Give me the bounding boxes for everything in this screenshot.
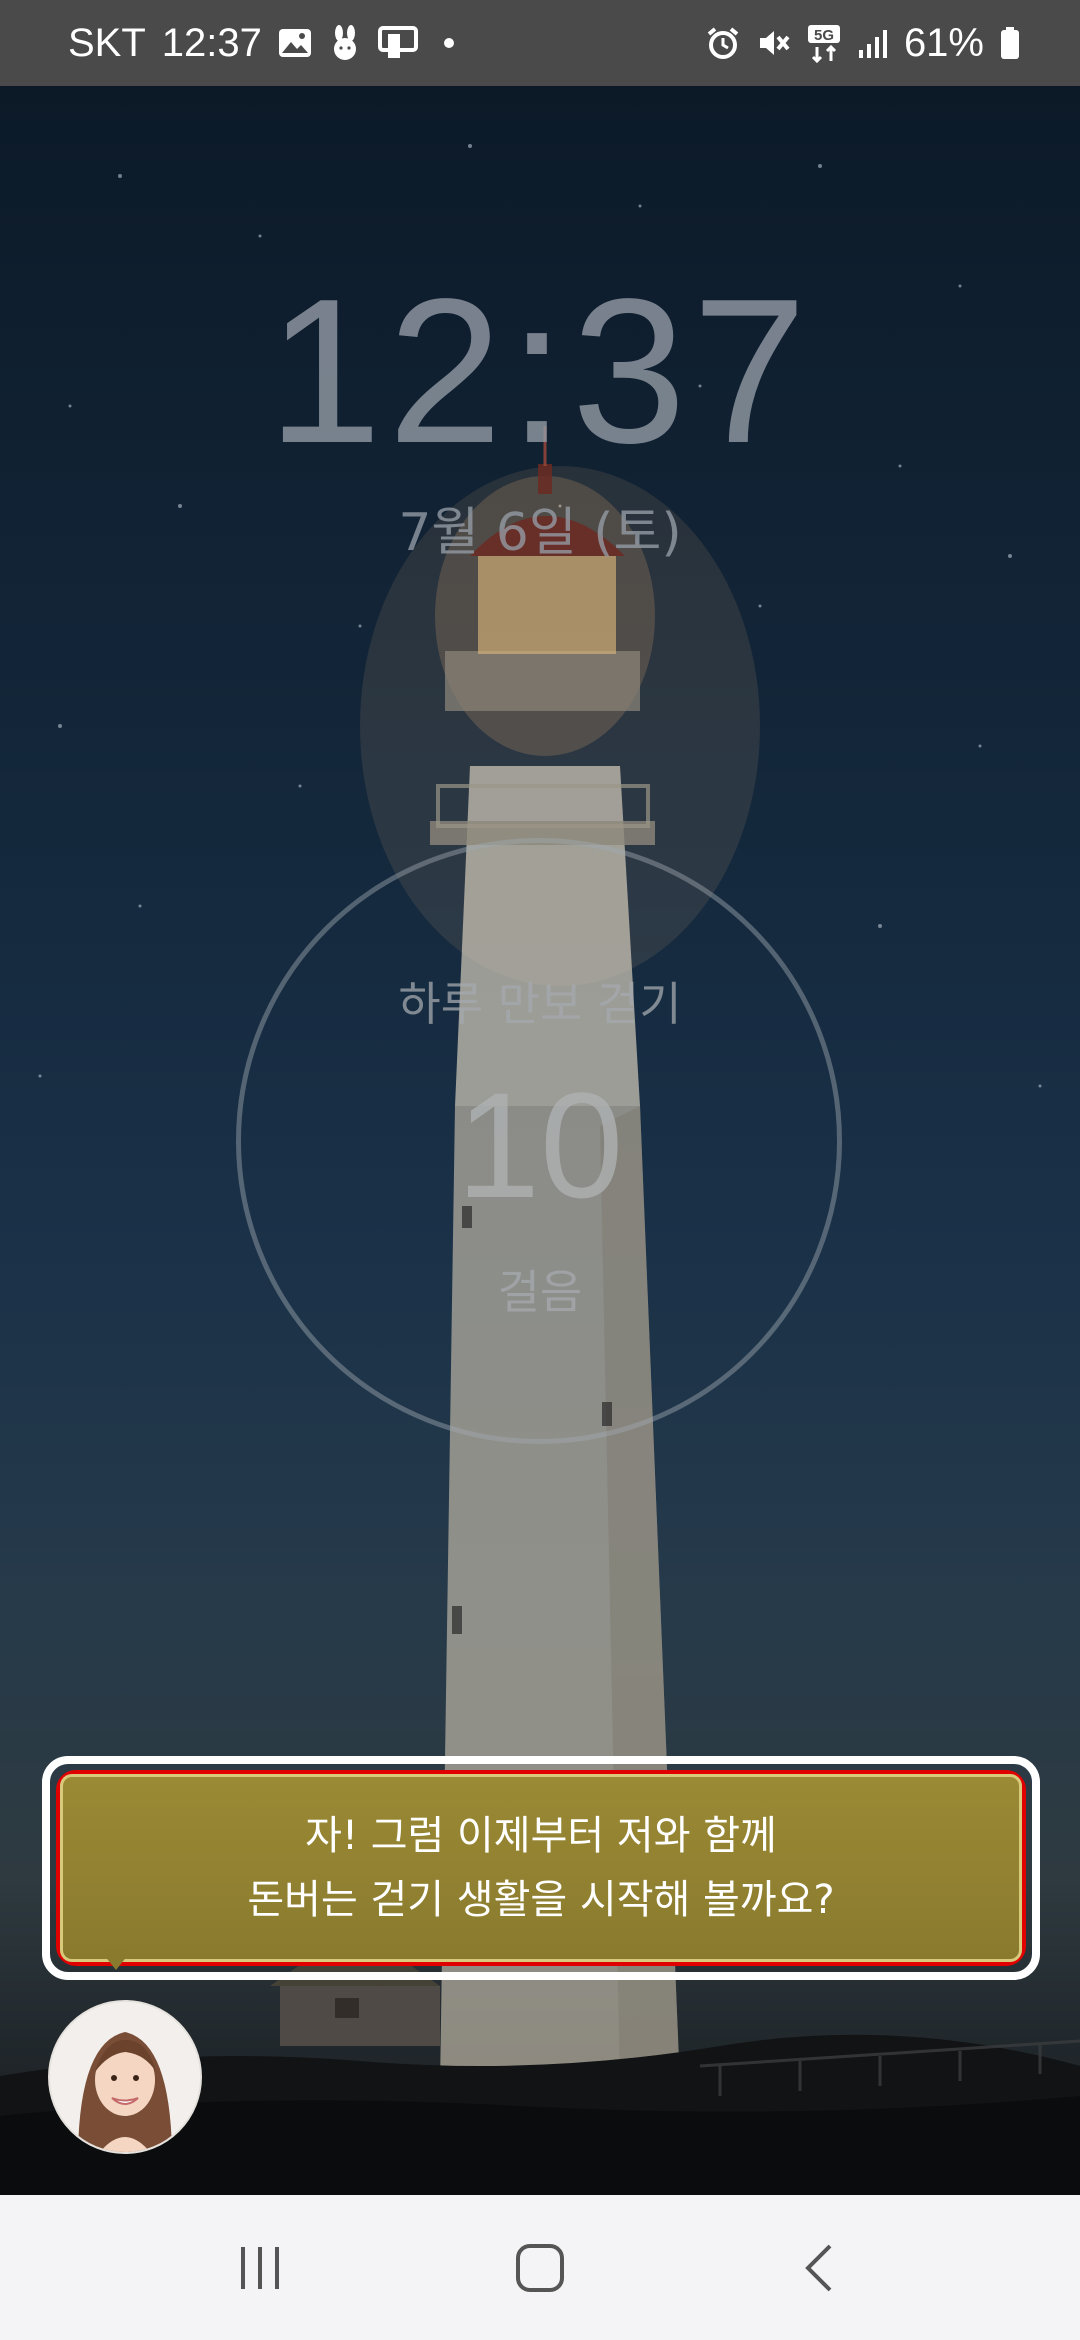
speech-bubble-frame: 자! 그럼 이제부터 저와 함께 돈버는 걷기 생활을 시작해 볼까요?: [42, 1756, 1040, 1980]
speech-bubble-tail: [100, 1950, 132, 1970]
alarm-icon: [706, 26, 740, 60]
woman-portrait-icon: [50, 2002, 200, 2152]
status-right: 5G 61%: [706, 21, 1020, 66]
back-button[interactable]: [760, 2218, 880, 2318]
carrier-label: SKT: [68, 20, 146, 65]
5g-icon: 5G: [806, 23, 842, 63]
cast-icon: [377, 26, 418, 60]
speech-bubble[interactable]: 자! 그럼 이제부터 저와 함께 돈버는 걷기 생활을 시작해 볼까요?: [60, 1774, 1022, 1962]
dot-icon: [443, 38, 454, 48]
status-left: SKT 12:37: [68, 21, 454, 66]
mute-icon: [756, 26, 790, 60]
lockscreen-clock: 12:37: [267, 256, 813, 486]
step-count: 10: [456, 1061, 624, 1229]
speech-line-2: 돈버는 걷기 생활을 시작해 볼까요?: [247, 1877, 835, 1923]
rabbit-app-icon: [328, 25, 362, 61]
speech-line-1: 자! 그럼 이제부터 저와 함께: [305, 1813, 777, 1859]
recent-apps-icon: [241, 2246, 279, 2289]
guide-avatar[interactable]: [48, 2000, 202, 2154]
battery-percent: 61%: [903, 20, 984, 65]
step-widget-title: 하루 만보 걷기: [398, 977, 682, 1031]
lockscreen-date: 7월 6일 (토): [398, 503, 682, 563]
battery-icon: [1000, 26, 1020, 60]
signal-icon: [858, 28, 888, 58]
back-icon: [805, 2244, 832, 2291]
home-icon: [516, 2243, 564, 2292]
recent-apps-button[interactable]: [200, 2218, 320, 2318]
navigation-bar: [0, 2195, 1080, 2340]
gallery-icon: [278, 28, 312, 58]
home-button[interactable]: [480, 2218, 600, 2318]
step-unit-label: 걸음: [497, 1265, 583, 1319]
status-bar: SKT 12:37 5G 61%: [0, 0, 1080, 86]
status-time: 12:37: [161, 20, 262, 65]
network-label: 5G: [814, 27, 834, 44]
